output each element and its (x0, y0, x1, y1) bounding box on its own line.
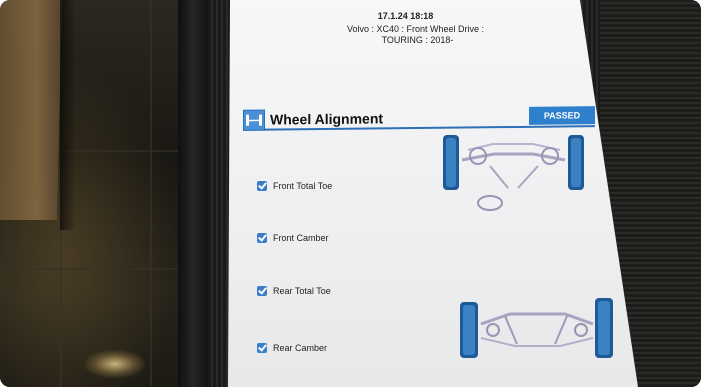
check-label: Front Total Toe (273, 181, 333, 191)
wooden-shelf (0, 0, 62, 220)
tile-seam (150, 0, 152, 387)
checkbox-checked-icon (257, 233, 267, 243)
check-label: Front Camber (273, 233, 329, 243)
checkbox-checked-icon (257, 181, 267, 191)
check-label: Rear Total Toe (273, 286, 331, 296)
status-badge: PASSED (529, 106, 595, 125)
check-item-front-camber: Front Camber (257, 233, 329, 243)
report-vehicle-line1: Volvo : XC40 : Front Wheel Drive : (346, 24, 485, 34)
light-reflection (85, 350, 145, 378)
tile-seam (60, 220, 62, 387)
section-title: Wheel Alignment (270, 110, 384, 128)
report-datetime: 17.1.24 18:18 (377, 11, 434, 21)
tile-seam (0, 268, 178, 270)
rear-axle-icon (460, 298, 613, 358)
check-item-rear-camber: Rear Camber (257, 343, 327, 353)
check-item-rear-total-toe: Rear Total Toe (257, 286, 331, 296)
report-vehicle-line2: TOURING : 2018- (381, 35, 454, 45)
tile-seam (60, 150, 178, 152)
mat-edge (178, 0, 208, 387)
check-label: Rear Camber (273, 343, 328, 353)
front-axle-icon (443, 135, 584, 211)
checkbox-checked-icon (257, 286, 267, 296)
wheel-alignment-icon (243, 109, 265, 131)
check-item-front-total-toe: Front Total Toe (257, 181, 332, 191)
checkbox-checked-icon (257, 343, 267, 353)
photo-frame: 17.1.24 18:18 Volvo : XC40 : Front Wheel… (0, 0, 701, 387)
wheel-alignment-header: Wheel Alignment PASSED (243, 106, 595, 132)
